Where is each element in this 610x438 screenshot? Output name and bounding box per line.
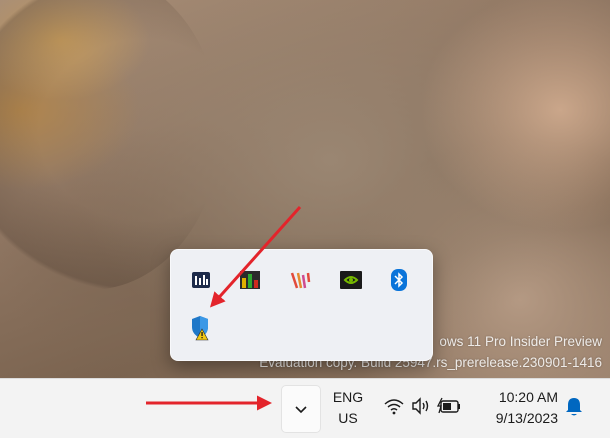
clock[interactable]: 10:20 AM 9/13/2023 <box>478 387 558 429</box>
nvidia-icon[interactable] <box>331 262 371 298</box>
hidden-icons-flyout <box>170 249 433 361</box>
chevron-up-icon <box>295 406 307 414</box>
bar-chart-app-icon[interactable] <box>230 262 270 298</box>
taskbar: ENG US 10:20 AM 9/13/2023 <box>0 378 610 438</box>
windows-security-warning-icon[interactable] <box>181 310 221 346</box>
watermark-edition: ows 11 Pro Insider Preview <box>439 334 602 349</box>
equalizer-icon[interactable] <box>181 262 221 298</box>
notifications-button[interactable] <box>565 397 583 422</box>
battery-charging-icon <box>437 397 460 414</box>
language-code: ENG <box>332 389 364 405</box>
show-hidden-icons-button[interactable] <box>281 385 321 433</box>
clock-date: 9/13/2023 <box>495 410 558 426</box>
quick-settings-button[interactable] <box>383 397 463 415</box>
language-indicator[interactable]: ENG US <box>327 387 369 429</box>
keyboard-region: US <box>338 410 358 426</box>
stripes-app-icon[interactable] <box>281 262 321 298</box>
bell-icon <box>566 398 582 416</box>
wifi-icon <box>384 399 404 415</box>
wallpaper-rock-shading <box>0 0 220 290</box>
volume-icon <box>412 397 429 415</box>
clock-time: 10:20 AM <box>498 389 558 405</box>
bluetooth-icon[interactable] <box>379 262 419 298</box>
